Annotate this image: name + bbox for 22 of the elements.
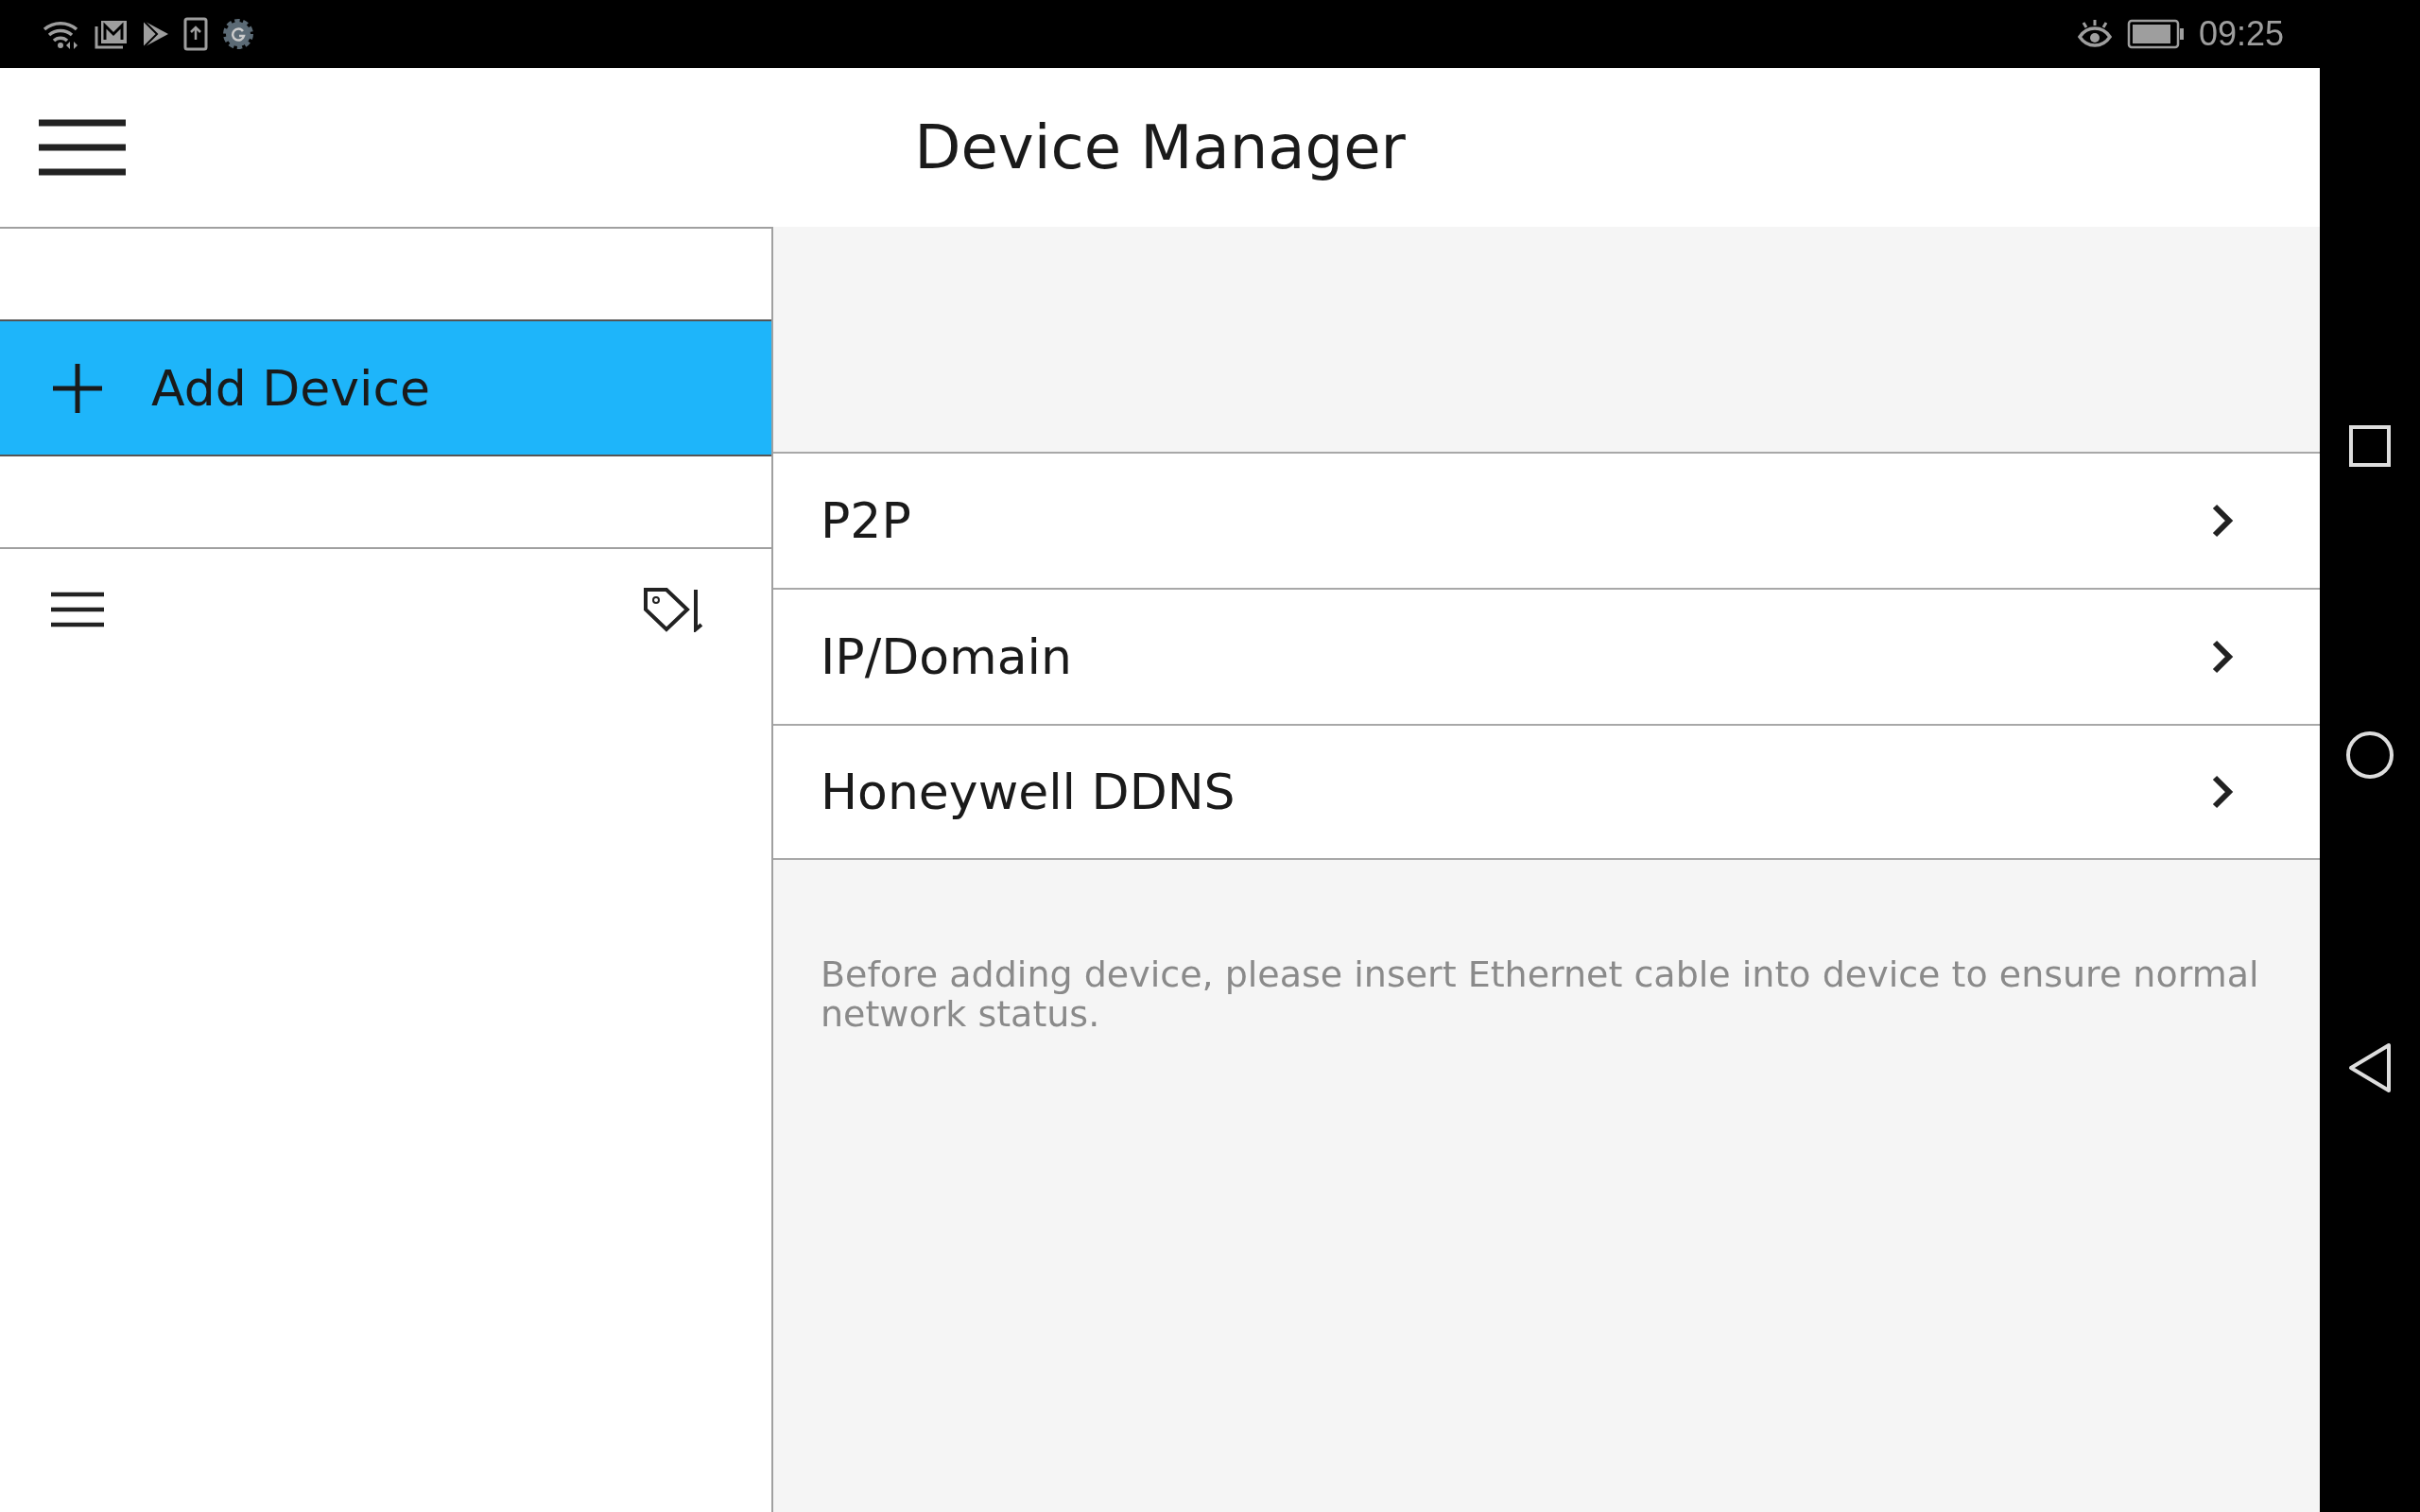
gear-icon bbox=[221, 17, 255, 51]
home-button[interactable] bbox=[2345, 730, 2394, 780]
back-button[interactable] bbox=[2347, 1042, 2393, 1093]
clock-time: 09:25 bbox=[2198, 14, 2284, 54]
tag-sort-icon[interactable] bbox=[643, 587, 705, 632]
chevron-right-icon bbox=[2210, 502, 2235, 540]
method-row[interactable]: Honeywell DDNS bbox=[773, 724, 2320, 860]
method-row[interactable]: IP/Domain bbox=[773, 588, 2320, 724]
plus-icon bbox=[51, 361, 104, 415]
list-menu-icon[interactable] bbox=[51, 591, 104, 628]
play-store-icon bbox=[142, 19, 170, 49]
recents-button[interactable] bbox=[2348, 424, 2392, 468]
chevron-right-icon bbox=[2210, 638, 2235, 676]
add-device-button[interactable]: Add Device bbox=[0, 319, 771, 456]
phone-upload-icon bbox=[183, 17, 208, 51]
chevron-right-icon bbox=[2210, 773, 2235, 811]
mail-icon bbox=[95, 19, 129, 49]
method-row[interactable]: P2P bbox=[773, 452, 2320, 588]
info-note: Before adding device, please insert Ethernet cable into device to ensure normal network status. bbox=[821, 954, 2260, 1034]
eye-icon bbox=[2075, 18, 2114, 50]
battery-icon bbox=[2126, 19, 2186, 49]
page-title: Device Manager bbox=[914, 112, 1406, 182]
